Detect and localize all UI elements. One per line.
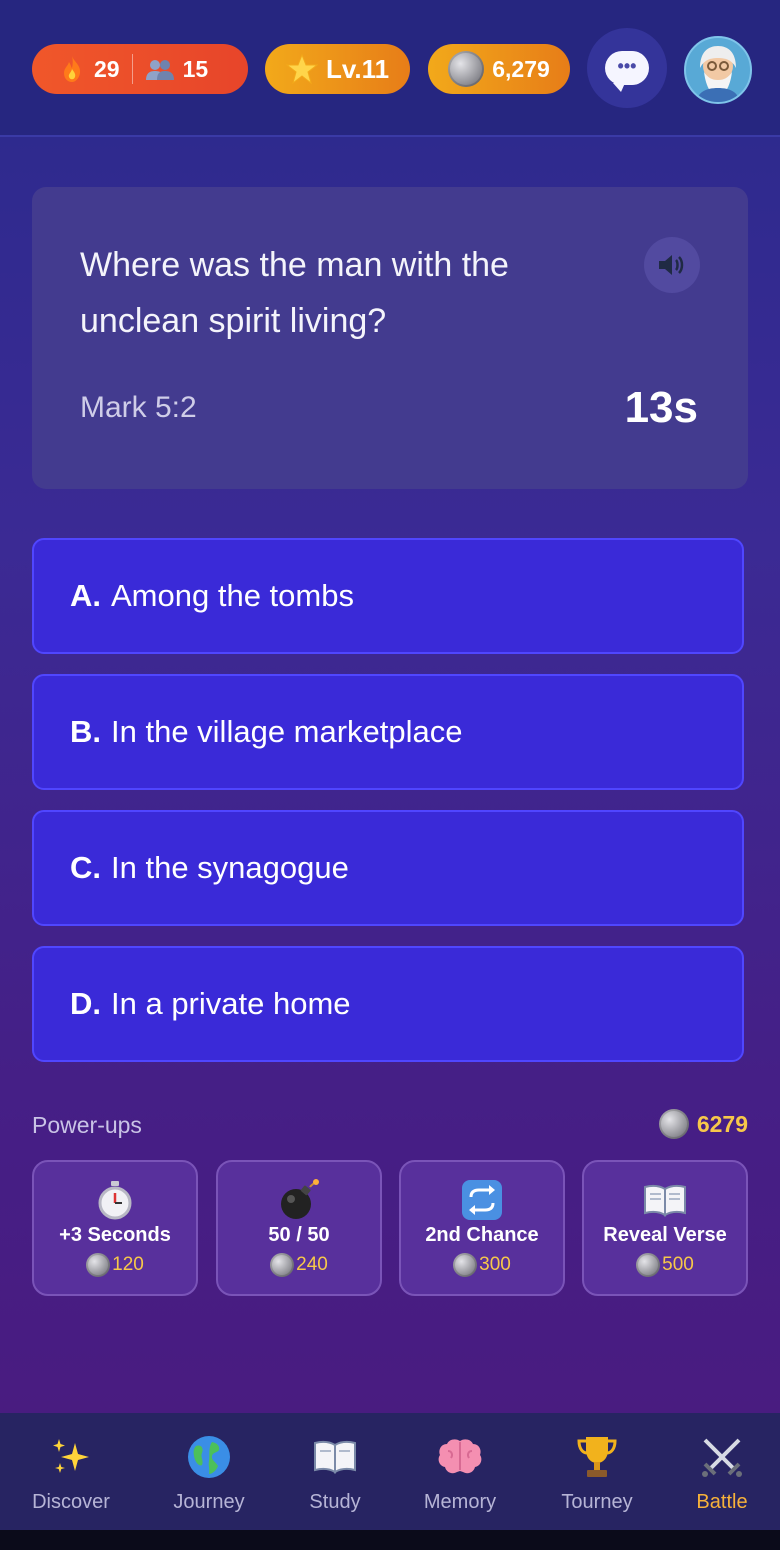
repeat-icon [461,1180,503,1220]
coins-pill[interactable]: 6,279 [428,44,570,94]
powerup-name: 2nd Chance [425,1224,539,1246]
nav-label: Discover [32,1491,110,1513]
book-icon [275,1431,395,1483]
friends-icon [145,57,175,81]
coin-icon [448,51,485,87]
bottom-navigation: Discover Journey Study Memory Tourney Ba… [0,1413,780,1530]
powerup-reveal-verse[interactable]: Reveal Verse 500 [582,1160,748,1296]
globe-icon [149,1431,269,1483]
powerup-fifty-fifty[interactable]: 50 / 50 240 [216,1160,382,1296]
pill-divider [131,54,133,84]
powerups-balance-value: 6279 [696,1110,748,1137]
level-pill[interactable]: Lv.11 [265,44,410,94]
answer-text: In the synagogue [111,850,349,885]
answer-option-b[interactable]: B. In the village marketplace [32,674,744,790]
friends-count: 15 [182,55,209,82]
chat-button[interactable]: ••• [587,28,667,108]
coin-icon [453,1253,478,1277]
coin-balance: 6,279 [492,55,550,82]
nav-item-tourney[interactable]: Tourney [537,1431,657,1514]
coin-icon [86,1253,111,1277]
streak-count: 29 [94,55,120,82]
answer-text: Among the tombs [111,578,354,613]
nav-item-memory[interactable]: Memory [400,1431,520,1514]
powerups-heading: Power-ups [32,1112,142,1138]
trophy-icon [537,1431,657,1483]
question-card: Where was the man with the unclean spiri… [32,187,748,489]
powerup-name: Reveal Verse [603,1224,727,1246]
book-icon [643,1180,687,1220]
nav-label: Study [309,1491,361,1513]
streak-friends-pill[interactable]: 29 15 [32,44,248,94]
chat-bubble-icon: ••• [605,51,649,92]
question-text: Where was the man with the unclean spiri… [80,246,509,340]
speaker-icon [657,252,687,278]
powerup-cost: 500 [636,1253,694,1277]
countdown-timer: 13s [624,383,698,432]
answer-option-a[interactable]: A. Among the tombs [32,538,744,654]
stopwatch-icon [96,1180,134,1220]
powerup-cost: 240 [270,1253,328,1277]
answer-letter: C. [70,850,101,885]
answer-letter: B. [70,714,101,749]
top-bar: 29 15 Lv.11 6,279 ••• [0,0,780,137]
powerup-second-chance[interactable]: 2nd Chance 300 [399,1160,565,1296]
star-icon [285,54,318,84]
nav-label: Journey [173,1491,245,1513]
answer-letter: D. [70,986,101,1021]
answer-text: In a private home [111,986,351,1021]
powerup-cost-value: 300 [479,1254,511,1275]
answer-letter: A. [70,578,101,613]
powerup-cost-value: 240 [296,1254,328,1275]
crossed-swords-icon [662,1431,780,1483]
nav-item-journey[interactable]: Journey [149,1431,269,1514]
powerup-name: +3 Seconds [59,1224,171,1246]
answer-option-d[interactable]: D. In a private home [32,946,744,1062]
verse-reference: Mark 5:2 [80,391,197,424]
powerup-cost: 300 [453,1253,511,1277]
brain-icon [400,1431,520,1483]
coin-icon [270,1253,295,1277]
powerup-cost: 120 [86,1253,144,1277]
bomb-icon [277,1179,321,1220]
answer-option-c[interactable]: C. In the synagogue [32,810,744,926]
powerups-balance: 6279 [658,1109,748,1139]
home-indicator-strip [0,1530,780,1550]
speaker-button[interactable] [644,237,700,293]
nav-label: Memory [423,1491,497,1513]
nav-label: Battle [696,1491,748,1513]
level-label: Lv.11 [325,53,390,84]
powerup-plus-3-seconds[interactable]: +3 Seconds 120 [32,1160,198,1296]
powerup-cost-value: 120 [112,1254,144,1275]
answer-text: In the village marketplace [111,714,463,749]
nav-item-battle[interactable]: Battle [662,1431,780,1514]
nav-item-discover[interactable]: Discover [11,1431,131,1514]
powerup-cost-value: 500 [662,1254,694,1275]
nav-item-study[interactable]: Study [275,1431,395,1514]
avatar[interactable] [684,36,752,104]
nav-label: Tourney [561,1491,633,1513]
sparkles-icon [11,1431,131,1483]
coin-icon [636,1253,661,1277]
coin-icon [658,1109,689,1139]
powerup-name: 50 / 50 [268,1224,330,1246]
fire-icon [60,55,84,83]
